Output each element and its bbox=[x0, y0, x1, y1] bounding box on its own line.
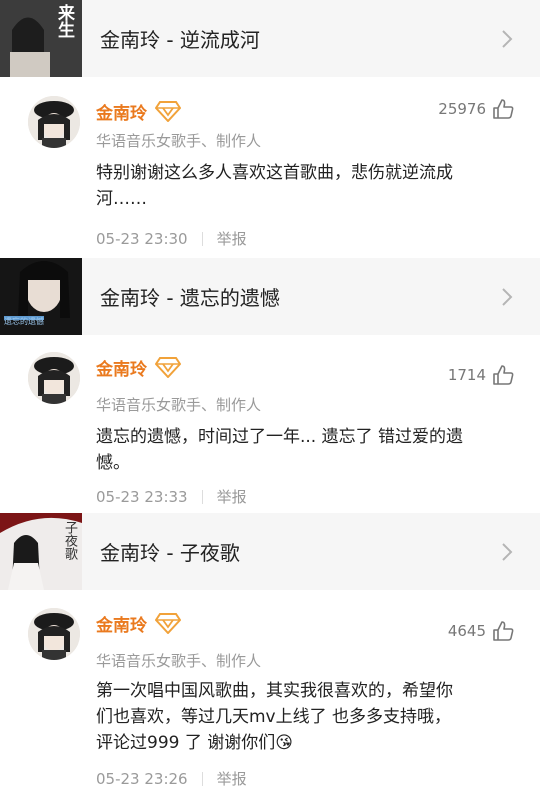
song-title-3: 金南玲 - 子夜歌 bbox=[100, 541, 240, 565]
comment-text: 遗忘的遗憾，时间过了一年... 遗忘了 错过爱的遗 憾。 bbox=[96, 424, 516, 476]
song-cover-text-3: 子夜歌 bbox=[62, 521, 77, 560]
separator bbox=[201, 771, 203, 786]
separator bbox=[201, 489, 203, 504]
song-card-3[interactable]: 子夜歌 金南玲 - 子夜歌 bbox=[0, 513, 540, 590]
comment-author[interactable]: 金南玲 bbox=[96, 611, 147, 636]
report-link[interactable]: 举报 bbox=[217, 228, 247, 249]
report-link[interactable]: 举报 bbox=[217, 486, 247, 507]
like-area[interactable]: 4645 bbox=[448, 620, 514, 642]
song-cover-3: 子夜歌 bbox=[0, 513, 82, 590]
comment-text: 特别谢谢这么多人喜欢这首歌曲，悲伤就逆流成 河…… bbox=[96, 160, 516, 212]
comment-2: 金南玲 1714 华语音乐女歌手、制作人 遗忘的遗憾，时间过了一年... 遗忘了… bbox=[0, 352, 540, 512]
song-cover-1: 来生 bbox=[0, 0, 82, 77]
avatar[interactable] bbox=[28, 96, 80, 148]
chevron-right-icon[interactable] bbox=[492, 24, 522, 54]
song-title-1: 金南玲 - 逆流成河 bbox=[100, 28, 260, 52]
verified-diamond-icon bbox=[154, 356, 182, 379]
song-cover-2: 遗忘的遗憾 bbox=[0, 258, 82, 335]
author-subtitle: 华语音乐女歌手、制作人 bbox=[96, 396, 262, 414]
comment-line: 特别谢谢这么多人喜欢这首歌曲，悲伤就逆流成 bbox=[96, 163, 453, 183]
author-subtitle: 华语音乐女歌手、制作人 bbox=[96, 652, 262, 670]
comment-line: 第一次唱中国风歌曲，其实我很喜欢的，希望你 bbox=[96, 681, 453, 701]
like-area[interactable]: 1714 bbox=[448, 364, 514, 386]
report-link[interactable]: 举报 bbox=[217, 768, 247, 789]
comment-line: 们也喜欢，等过几天mv上线了 也多多支持哦， bbox=[96, 707, 452, 727]
like-count: 4645 bbox=[447, 622, 486, 640]
like-count: 25976 bbox=[438, 100, 486, 118]
thumb-up-icon[interactable] bbox=[492, 620, 514, 642]
comment-author[interactable]: 金南玲 bbox=[96, 355, 147, 380]
comment-meta: 05-23 23:33 举报 bbox=[96, 486, 247, 507]
comment-line: 遗忘的遗憾，时间过了一年... 遗忘了 错过爱的遗 bbox=[96, 427, 464, 447]
like-count: 1714 bbox=[447, 366, 486, 384]
song-cover-text-1: 来生 bbox=[54, 4, 74, 38]
avatar[interactable] bbox=[28, 352, 80, 404]
chevron-right-icon[interactable] bbox=[492, 282, 522, 312]
comment-line: 憾。 bbox=[96, 453, 130, 473]
author-subtitle: 华语音乐女歌手、制作人 bbox=[96, 132, 262, 150]
comment-line: 评论过999 了 谢谢你们😘 bbox=[96, 733, 293, 753]
song-cover-text-2: 遗忘的遗憾 bbox=[4, 317, 44, 326]
song-title-2: 金南玲 - 遗忘的遗憾 bbox=[100, 286, 280, 310]
verified-diamond-icon bbox=[154, 100, 182, 123]
verified-diamond-icon bbox=[154, 612, 182, 635]
comment-text: 第一次唱中国风歌曲，其实我很喜欢的，希望你 们也喜欢，等过几天mv上线了 也多多… bbox=[96, 678, 516, 756]
separator bbox=[201, 231, 203, 246]
thumb-up-icon[interactable] bbox=[492, 364, 514, 386]
avatar[interactable] bbox=[28, 608, 80, 660]
song-card-2[interactable]: 遗忘的遗憾 金南玲 - 遗忘的遗憾 bbox=[0, 258, 540, 335]
comment-author[interactable]: 金南玲 bbox=[96, 99, 147, 124]
comment-meta: 05-23 23:26 举报 bbox=[96, 768, 247, 789]
comment-meta: 05-23 23:30 举报 bbox=[96, 228, 247, 249]
like-area[interactable]: 25976 bbox=[438, 98, 514, 120]
song-card-1[interactable]: 来生 金南玲 - 逆流成河 bbox=[0, 0, 540, 77]
comment-time: 05-23 23:33 bbox=[96, 487, 188, 506]
comment-3: 金南玲 4645 华语音乐女歌手、制作人 第一次唱中国风歌曲，其实我很喜欢的，希… bbox=[0, 608, 540, 793]
comment-time: 05-23 23:26 bbox=[96, 769, 188, 788]
comment-1: 金南玲 25976 华语音乐女歌手、制作人 特别谢谢这么多人喜欢这首歌曲，悲伤就… bbox=[0, 96, 540, 256]
comment-time: 05-23 23:30 bbox=[96, 229, 188, 248]
chevron-right-icon[interactable] bbox=[492, 537, 522, 567]
thumb-up-icon[interactable] bbox=[492, 98, 514, 120]
comment-line: 河…… bbox=[96, 189, 147, 209]
